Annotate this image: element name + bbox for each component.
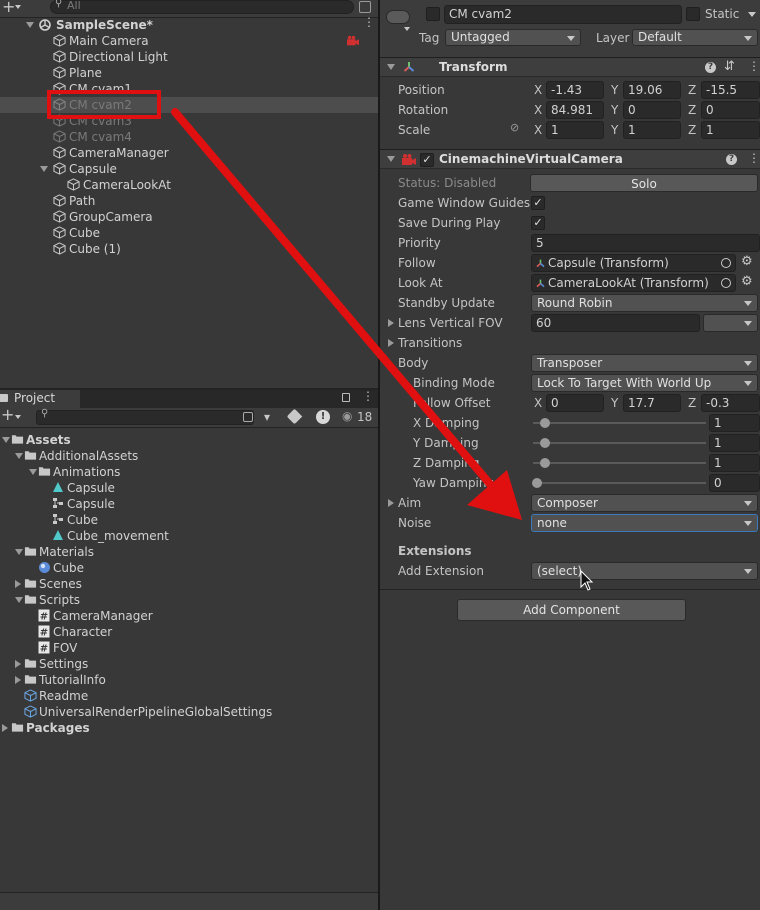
- annotation-arrow: [171, 108, 522, 520]
